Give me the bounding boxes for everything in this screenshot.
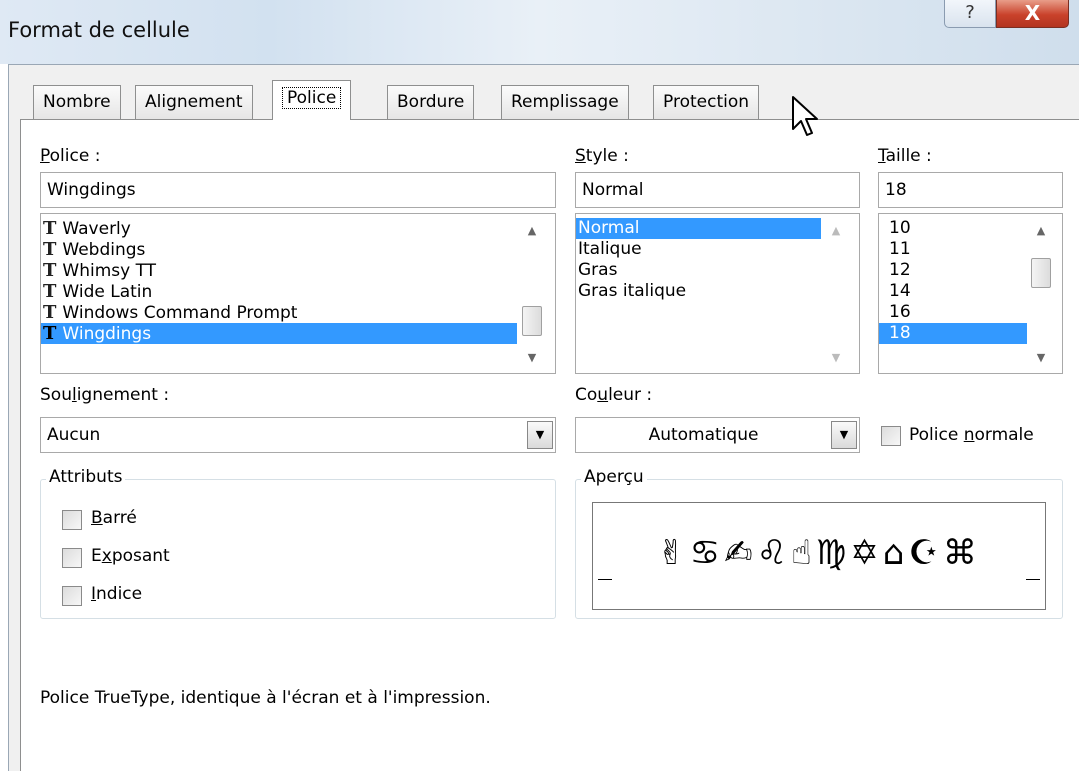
tab-remplissage[interactable]: Remplissage — [501, 85, 629, 120]
strikethrough-label: Barré — [91, 508, 137, 528]
tab-label: Protection — [663, 92, 750, 112]
tab-label: Bordure — [397, 92, 465, 112]
size-list[interactable]: 10 11 12 14 16 18 ▲ ▼ — [878, 213, 1063, 374]
truetype-icon: T — [43, 260, 57, 281]
list-item[interactable]: T Windows Command Prompt — [41, 302, 555, 323]
list-item[interactable]: Gras — [576, 260, 859, 281]
list-item[interactable]: Italique — [576, 239, 859, 260]
attributes-group-title: Attributs — [46, 467, 126, 487]
preview-baseline-left — [598, 579, 612, 580]
scroll-thumb[interactable] — [522, 306, 542, 336]
font-label: Police : — [40, 146, 101, 166]
style-list-scrollbar[interactable]: ▲ ▼ — [823, 214, 849, 373]
preview-box: ✌♋✍♌☝♍✡⌂☪⌘ — [592, 502, 1046, 610]
scroll-up-arrow-icon[interactable]: ▲ — [823, 220, 849, 242]
underline-select[interactable]: Aucun ▼ — [40, 417, 556, 453]
list-item-selected[interactable]: Normal — [576, 218, 821, 239]
color-value: Automatique — [648, 425, 759, 445]
truetype-icon: T — [43, 218, 57, 239]
tab-protection[interactable]: Protection — [653, 85, 760, 120]
preview-group-title: Aperçu — [581, 467, 647, 487]
size-label: Taille : — [878, 146, 932, 166]
truetype-icon: T — [43, 239, 57, 260]
size-list-scrollbar[interactable]: ▲ ▼ — [1028, 214, 1054, 373]
tab-label: Remplissage — [511, 92, 619, 112]
underline-label: Soulignement : — [40, 385, 170, 405]
list-item[interactable]: Gras italique — [576, 281, 859, 302]
superscript-label: Exposant — [91, 546, 170, 566]
font-list-scrollbar[interactable]: ▲ ▼ — [519, 214, 545, 373]
superscript-checkbox[interactable] — [62, 548, 82, 568]
tab-bordure[interactable]: Bordure — [387, 85, 475, 120]
font-list[interactable]: T Waverly T Webdings T Whimsy TT T Wide Lati… — [40, 213, 556, 374]
scroll-up-arrow-icon[interactable]: ▲ — [519, 220, 545, 242]
tab-nombre[interactable]: Nombre — [33, 85, 121, 120]
normal-font-checkbox[interactable] — [881, 426, 901, 446]
list-item[interactable]: T Wide Latin — [41, 281, 555, 302]
chevron-down-icon[interactable]: ▼ — [831, 421, 857, 449]
scroll-thumb[interactable] — [1031, 258, 1051, 288]
strikethrough-checkbox[interactable] — [62, 510, 82, 530]
truetype-icon: T — [43, 281, 57, 302]
style-list[interactable]: Normal Italique Gras Gras italique ▲ ▼ — [575, 213, 860, 374]
tab-police[interactable]: Police — [272, 80, 352, 120]
tab-alignement[interactable]: Alignement — [135, 85, 253, 120]
truetype-icon: T — [43, 323, 57, 344]
subscript-label: Indice — [91, 584, 143, 604]
tab-label: Alignement — [145, 92, 243, 112]
underline-value: Aucun — [47, 425, 101, 445]
list-item[interactable]: T Waverly — [41, 218, 555, 239]
style-label: Style : — [575, 146, 629, 166]
window-title: Format de cellule — [8, 18, 190, 42]
mouse-cursor-icon — [792, 96, 818, 136]
style-input[interactable]: Normal — [575, 172, 860, 208]
close-button[interactable]: X — [996, 0, 1069, 28]
tab-label: Nombre — [43, 92, 111, 112]
tab-label: Police — [282, 87, 342, 109]
list-item[interactable]: T Whimsy TT — [41, 260, 555, 281]
color-select[interactable]: Automatique ▼ — [575, 417, 860, 453]
help-button[interactable]: ? — [944, 0, 996, 28]
list-item[interactable]: T Webdings — [41, 239, 555, 260]
scroll-up-arrow-icon[interactable]: ▲ — [1028, 220, 1054, 242]
color-label: Couleur : — [575, 385, 653, 405]
scroll-down-arrow-icon[interactable]: ▼ — [519, 347, 545, 369]
scroll-down-arrow-icon[interactable]: ▼ — [1028, 347, 1054, 369]
font-description: Police TrueType, identique à l'écran et … — [40, 688, 491, 708]
title-bar[interactable]: Format de cellule ? X — [0, 0, 1079, 64]
list-item-selected[interactable]: T Wingdings — [41, 323, 517, 344]
scroll-down-arrow-icon[interactable]: ▼ — [823, 347, 849, 369]
preview-baseline-right — [1026, 579, 1040, 580]
list-item-selected[interactable]: 18 — [879, 323, 1027, 344]
size-input[interactable]: 18 — [878, 172, 1063, 208]
truetype-icon: T — [43, 302, 57, 323]
preview-sample-text: ✌♋✍♌☝♍✡⌂☪⌘ — [657, 533, 981, 573]
chevron-down-icon[interactable]: ▼ — [527, 421, 553, 449]
normal-font-label: Police normale — [909, 425, 1034, 445]
font-name-input[interactable]: Wingdings — [40, 172, 556, 208]
subscript-checkbox[interactable] — [62, 586, 82, 606]
